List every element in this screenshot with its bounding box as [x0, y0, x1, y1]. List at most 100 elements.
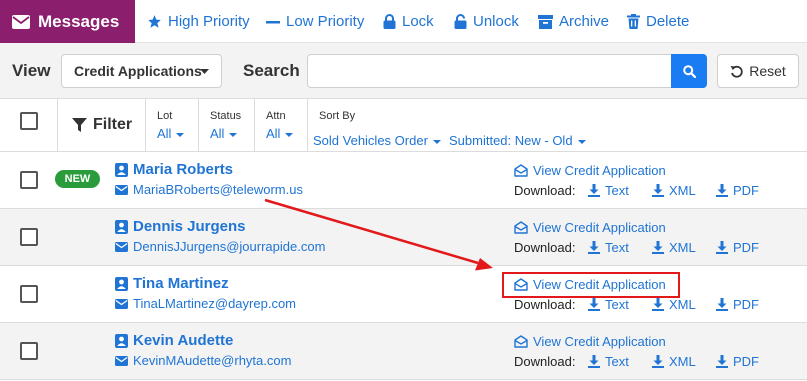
funnel-icon — [72, 117, 87, 133]
customer-email-link[interactable]: KevinMAudette@rhyta.com — [115, 353, 291, 368]
customer-name: Kevin Audette — [133, 332, 234, 349]
envelope-icon — [115, 184, 128, 195]
download-icon — [588, 241, 600, 254]
view-credit-application-link[interactable]: View Credit Application — [514, 220, 666, 235]
row-checkbox[interactable] — [20, 285, 38, 303]
customer-email: TinaLMartinez@dayrep.com — [133, 296, 297, 311]
caret-down-icon — [432, 139, 441, 144]
customer-name: Dennis Jurgens — [133, 218, 246, 235]
row-checkbox[interactable] — [20, 171, 38, 189]
view-search-bar: View Credit Applications Search Reset — [0, 43, 807, 99]
delete-button[interactable]: Delete — [627, 0, 689, 43]
customer-email-link[interactable]: MariaBRoberts@teleworm.us — [115, 182, 303, 197]
message-toolbar: Messages High Priority Low Priority Lock… — [0, 0, 807, 43]
download-icon — [652, 355, 664, 368]
status-filter: Status All — [198, 99, 254, 151]
view-credit-application-link[interactable]: View Credit Application — [514, 334, 666, 349]
envelope-open-icon — [514, 335, 528, 348]
customer-name: Maria Roberts — [133, 161, 234, 178]
envelope-icon — [115, 355, 128, 366]
download-xml-link[interactable]: XML — [652, 183, 696, 198]
view-credit-application-label: View Credit Application — [533, 220, 666, 235]
reset-button[interactable]: Reset — [717, 54, 799, 88]
download-icon — [652, 241, 664, 254]
download-icon — [588, 355, 600, 368]
view-credit-application-label: View Credit Application — [533, 163, 666, 178]
download-text-link[interactable]: Text — [588, 354, 629, 369]
lock-button[interactable]: Lock — [383, 0, 434, 43]
customer-name-link[interactable]: Maria Roberts — [115, 161, 233, 178]
archive-icon — [538, 14, 553, 29]
download-text-label: Text — [605, 297, 629, 312]
download-label: Download: — [514, 183, 576, 198]
view-credit-application-label: View Credit Application — [533, 334, 666, 349]
download-xml-link[interactable]: XML — [652, 297, 696, 312]
attn-value: All — [266, 126, 281, 141]
caret-down-icon — [285, 132, 294, 137]
view-select[interactable]: Credit Applications — [61, 54, 222, 88]
search-label: Search — [243, 61, 300, 80]
download-xml-link[interactable]: XML — [652, 240, 696, 255]
download-xml-link[interactable]: XML — [652, 354, 696, 369]
customer-email-link[interactable]: TinaLMartinez@dayrep.com — [115, 296, 296, 311]
archive-button[interactable]: Archive — [538, 0, 609, 43]
row-checkbox[interactable] — [20, 228, 38, 246]
unlock-button[interactable]: Unlock — [454, 0, 519, 43]
download-icon — [716, 184, 728, 197]
new-badge: NEW — [55, 170, 100, 188]
filter-button[interactable]: Filter — [72, 116, 132, 134]
download-xml-label: XML — [669, 183, 696, 198]
sort-label: Sort By — [319, 110, 356, 122]
unlock-label: Unlock — [473, 13, 519, 30]
download-icon — [652, 184, 664, 197]
lot-filter: Lot All — [145, 99, 198, 151]
download-label: Download: — [514, 240, 576, 255]
customer-email: KevinMAudette@rhyta.com — [133, 353, 292, 368]
view-credit-application-link[interactable]: View Credit Application — [514, 163, 666, 178]
sort-order-dropdown[interactable]: Sold Vehicles Order — [313, 133, 441, 148]
download-text-label: Text — [605, 240, 629, 255]
star-icon — [147, 14, 162, 29]
filter-label: Filter — [93, 116, 133, 133]
select-all-checkbox[interactable] — [20, 112, 38, 130]
download-icon — [716, 298, 728, 311]
download-text-link[interactable]: Text — [588, 183, 629, 198]
download-icon — [652, 298, 664, 311]
download-text-label: Text — [605, 354, 629, 369]
minus-icon — [266, 15, 280, 29]
annotation-highlight-box — [502, 272, 680, 298]
filter-header: Filter Lot All Status All Attn All Sort … — [0, 99, 807, 152]
submitted-sort-value: Submitted: New - Old — [449, 133, 573, 148]
download-text-link[interactable]: Text — [588, 240, 629, 255]
high-priority-button[interactable]: High Priority — [147, 0, 250, 43]
status-dropdown[interactable]: All — [210, 126, 238, 141]
lot-dropdown[interactable]: All — [157, 126, 185, 141]
user-card-icon — [115, 333, 128, 348]
customer-name-link[interactable]: Tina Martinez — [115, 275, 229, 292]
download-text-link[interactable]: Text — [588, 297, 629, 312]
customer-name: Tina Martinez — [133, 275, 229, 292]
customer-email-link[interactable]: DennisJJurgens@jourrapide.com — [115, 239, 325, 254]
download-pdf-link[interactable]: PDF — [716, 183, 759, 198]
row-checkbox[interactable] — [20, 342, 38, 360]
download-xml-label: XML — [669, 240, 696, 255]
download-pdf-link[interactable]: PDF — [716, 297, 759, 312]
envelope-open-icon — [514, 164, 528, 177]
search-button[interactable] — [671, 54, 707, 88]
customer-name-link[interactable]: Dennis Jurgens — [115, 218, 246, 235]
messages-tab[interactable]: Messages — [0, 0, 135, 43]
messages-label: Messages — [38, 11, 120, 31]
submitted-sort-dropdown[interactable]: Submitted: New - Old — [449, 133, 586, 148]
attn-filter: Attn All — [254, 99, 307, 151]
search-input[interactable] — [307, 54, 672, 88]
high-priority-label: High Priority — [168, 13, 250, 30]
customer-name-link[interactable]: Kevin Audette — [115, 332, 233, 349]
download-pdf-link[interactable]: PDF — [716, 354, 759, 369]
download-pdf-link[interactable]: PDF — [716, 240, 759, 255]
attn-dropdown[interactable]: All — [266, 126, 294, 141]
download-icon — [716, 355, 728, 368]
low-priority-button[interactable]: Low Priority — [266, 0, 364, 43]
attn-label: Attn — [266, 110, 286, 122]
message-row: Dennis Jurgens DennisJJurgens@jourrapide.… — [0, 209, 807, 266]
lock-label: Lock — [402, 13, 434, 30]
